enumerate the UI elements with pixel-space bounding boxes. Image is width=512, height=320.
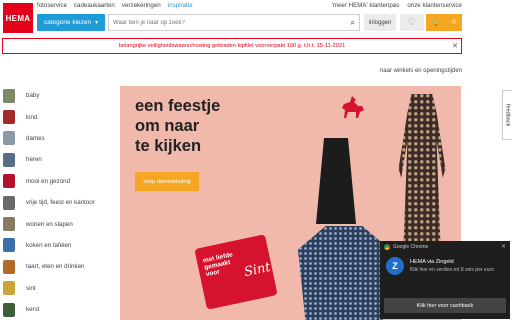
alert-text: belangrijke veiligheidswaarschuwing gebr… xyxy=(118,43,346,49)
tag-text: met liefde gemaakt voor xyxy=(202,251,236,278)
sidebar-item-label: wonen en slapen xyxy=(26,220,73,228)
category-thumbnail-image xyxy=(3,238,15,253)
category-thumbnail-image xyxy=(3,259,15,274)
category-thumbnail-image xyxy=(3,110,15,125)
notification-title: HEMA via Zingeld xyxy=(410,259,454,265)
headline-line-2: om naar xyxy=(135,117,200,135)
safety-alert[interactable]: belangrijke veiligheidswaarschuwing gebr… xyxy=(2,38,462,54)
sidebar-item-sint[interactable]: sint xyxy=(0,278,115,299)
feedback-tab[interactable]: feedback xyxy=(502,90,512,140)
sidebar-item-label: heren xyxy=(26,156,42,164)
sidebar-item-kind[interactable]: kind xyxy=(0,106,115,127)
tag-script-text: Sint xyxy=(242,259,272,281)
print-blouse-image xyxy=(298,226,390,320)
sidebar-item-mooi[interactable]: mooi en gezond xyxy=(0,171,115,192)
sidebar-item-dames[interactable]: dames xyxy=(0,128,115,149)
category-thumbnail-image xyxy=(3,88,15,103)
category-thumbnail-image xyxy=(3,152,15,167)
nav-verzekeringen[interactable]: verzekeringen xyxy=(122,2,161,9)
sidebar-item-label: kind xyxy=(26,113,38,121)
heart-icon: ♡ xyxy=(407,17,417,27)
category-thumbnail-image xyxy=(3,195,15,210)
notification-app: Google Chrome xyxy=(393,244,429,250)
banner-headline: een feestje om naar te kijken xyxy=(135,96,220,156)
klantenpas-link[interactable]: 'meer HEMA' klantenpas xyxy=(332,2,400,9)
top-nav: fotoservice cadeaukaarten verzekeringen … xyxy=(37,2,193,9)
category-thumbnail-image xyxy=(3,217,15,232)
sidebar-item-vrije[interactable]: vrije tijd, feest en kantoor xyxy=(0,192,115,213)
sidebar-item-kerst[interactable]: kerst xyxy=(0,299,115,320)
favorites-button[interactable]: ♡ xyxy=(400,14,424,31)
top-links: 'meer HEMA' klantenpas onze klantenservi… xyxy=(332,2,462,9)
leather-skirt-image xyxy=(316,138,356,224)
search-input[interactable] xyxy=(113,19,343,26)
zingeld-icon: Z xyxy=(386,257,404,275)
category-thumbnail-image xyxy=(3,131,15,146)
cart-button[interactable]: 🔒 0 xyxy=(426,14,462,31)
category-thumbnail-image xyxy=(3,302,15,317)
cart-count: 0 xyxy=(452,19,456,26)
sidebar-item-heren[interactable]: heren xyxy=(0,149,115,170)
category-thumbnail-image xyxy=(3,174,15,189)
sidebar-item-label: taart, eten en drinken xyxy=(26,263,85,271)
chevron-down-icon: ▾ xyxy=(95,20,99,26)
chrome-notification[interactable]: Google Chrome ✕ Z HEMA via Zingeld Klik … xyxy=(380,241,510,319)
nav-cadeaukaarten[interactable]: cadeaukaarten xyxy=(74,2,115,9)
store-hours-link[interactable]: naar winkels en openingstijden xyxy=(380,68,462,74)
category-sidebar: baby kind dames heren mooi en gezond vrije ti… xyxy=(0,85,115,320)
notification-close-icon[interactable]: ✕ xyxy=(501,243,506,250)
sidebar-item-label: kerst xyxy=(26,306,40,314)
sidebar-item-label: vrije tijd, feest en kantoor xyxy=(26,199,95,207)
hema-logo[interactable]: HEMA xyxy=(3,3,33,33)
sidebar-item-baby[interactable]: baby xyxy=(0,85,115,106)
search-icon[interactable]: ⌕ xyxy=(351,18,355,28)
klantenservice-link[interactable]: onze klantenservice xyxy=(407,2,462,9)
notification-body: Z HEMA via Zingeld Klik hier en verdien … xyxy=(386,257,505,275)
login-button[interactable]: inloggen xyxy=(364,14,396,31)
sidebar-item-label: baby xyxy=(26,92,40,100)
sint-horse-icon xyxy=(342,96,364,118)
nav-inspiratie[interactable]: inspiratie xyxy=(168,2,193,9)
search-bar: ⌕ xyxy=(108,14,360,31)
category-select-label: categorie kiezen xyxy=(43,19,92,26)
headline-line-1: een feestje xyxy=(135,97,221,115)
sidebar-item-label: mooi en gezond xyxy=(26,177,71,185)
sidebar-item-label: koken en tafelen xyxy=(26,241,72,249)
lock-icon: 🔒 xyxy=(432,19,441,27)
sidebar-item-wonen[interactable]: wonen en slapen xyxy=(0,213,115,234)
close-icon[interactable]: ✕ xyxy=(452,42,458,50)
sidebar-item-label: dames xyxy=(26,134,45,142)
sidebar-item-taart[interactable]: taart, eten en drinken xyxy=(0,256,115,277)
shop-damenkleding-button[interactable]: shop damesk­leding xyxy=(135,172,199,191)
notification-text: Klik hier en verdien tot 8 zeis per euro xyxy=(410,267,494,273)
sidebar-item-label: sint xyxy=(26,284,36,292)
chrome-icon xyxy=(384,244,390,250)
cashback-button[interactable]: Klik hier voor cashback xyxy=(384,298,506,313)
notification-header: Google Chrome xyxy=(380,241,510,253)
category-thumbnail-image xyxy=(3,281,15,296)
category-select-button[interactable]: categorie kiezen ▾ xyxy=(37,14,105,31)
headline-line-3: te kijken xyxy=(135,137,202,155)
page-root: HEMA fotoservice cadeaukaarten verzekeri… xyxy=(0,0,512,320)
nav-fotoservice[interactable]: fotoservice xyxy=(37,2,67,9)
sidebar-item-koken[interactable]: koken en tafelen xyxy=(0,235,115,256)
sint-tag-image: met liefde gemaakt voor Sint xyxy=(194,234,278,310)
